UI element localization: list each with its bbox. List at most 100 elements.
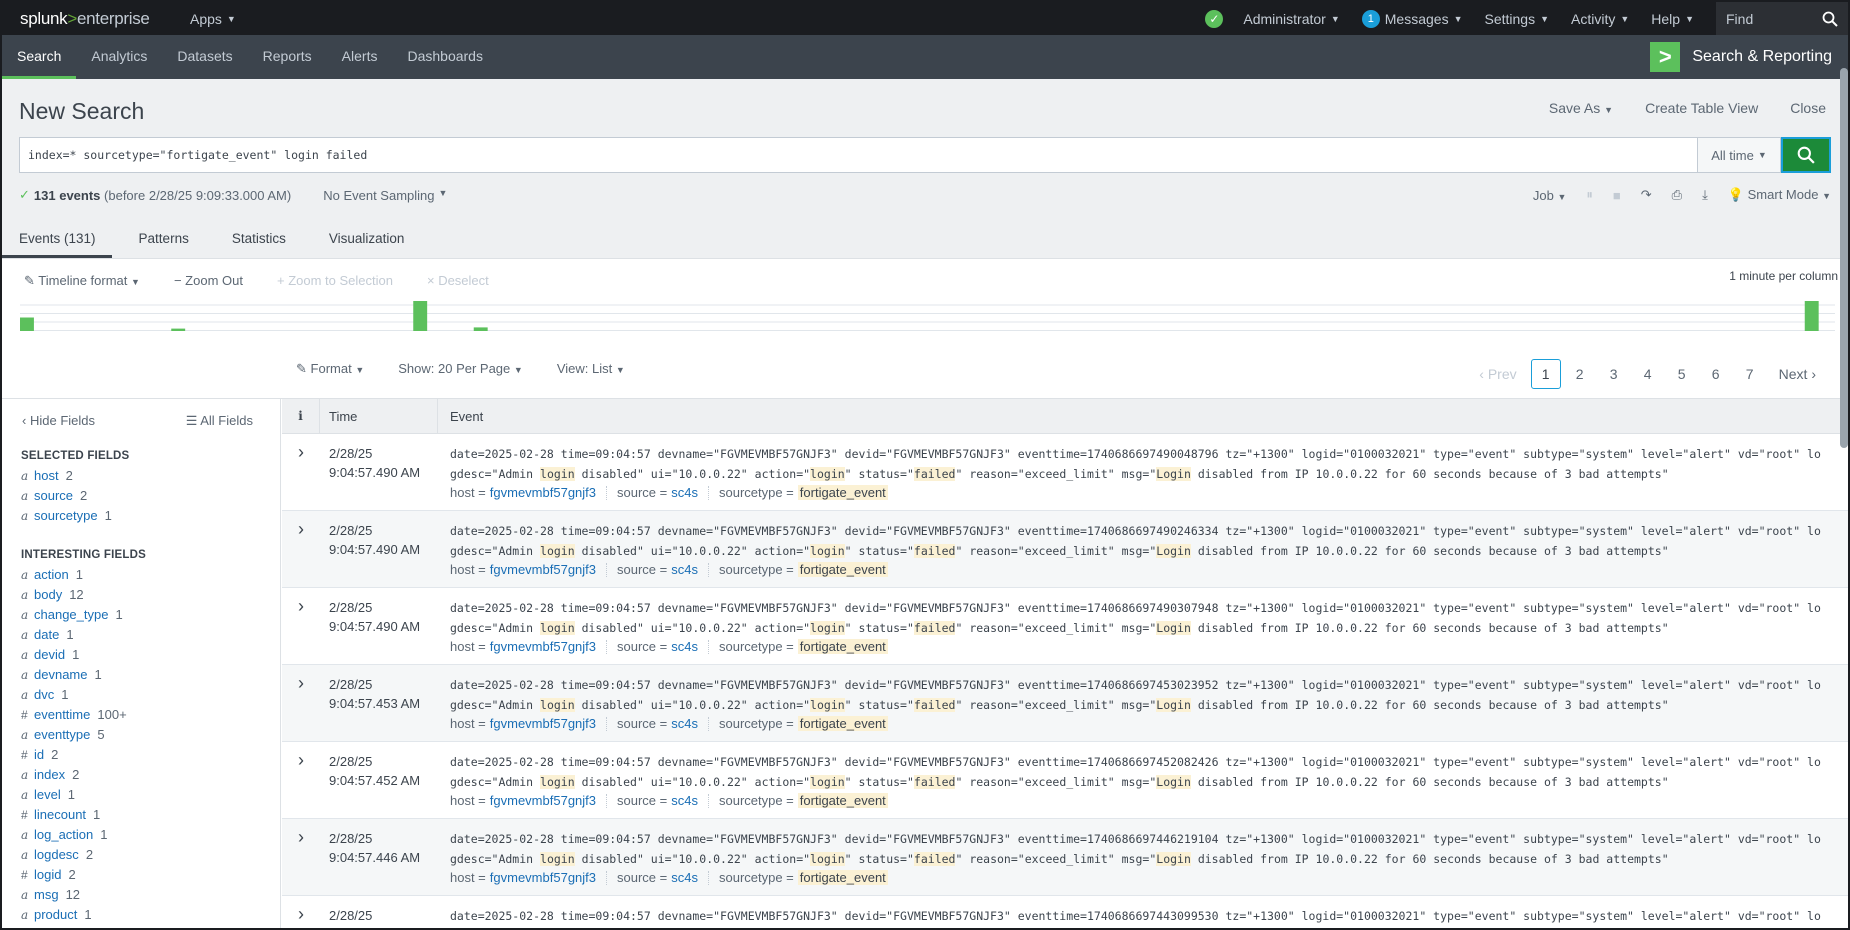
keyword-highlight[interactable]: login [540, 467, 575, 481]
app-tab-reports[interactable]: Reports [248, 35, 327, 79]
field-item-eventtime[interactable]: # eventtime 100+ [2, 707, 280, 727]
zoom-to-selection-button[interactable]: + Zoom to Selection [277, 273, 393, 289]
page-5[interactable]: 5 [1667, 359, 1697, 389]
keyword-highlight[interactable]: login [540, 775, 575, 789]
host-value[interactable]: fgvmevmbf57gnjf3 [490, 639, 596, 654]
page-scrollbar[interactable] [1840, 68, 1848, 448]
help-menu[interactable]: Help ▼ [1651, 11, 1694, 27]
app-title[interactable]: > Search & Reporting [1650, 35, 1832, 79]
keyword-highlight[interactable]: login [540, 621, 575, 635]
expand-chevron-icon[interactable]: › [282, 665, 320, 741]
time-range-picker[interactable]: All time ▼ [1697, 137, 1781, 173]
source-value[interactable]: sc4s [671, 562, 698, 577]
expand-chevron-icon[interactable]: › [282, 434, 320, 510]
page-1[interactable]: 1 [1530, 359, 1561, 389]
keyword-highlight[interactable]: login [540, 852, 575, 866]
app-tab-analytics[interactable]: Analytics [76, 35, 162, 79]
field-item-product[interactable]: a product 1 [2, 907, 280, 927]
field-item-linecount[interactable]: # linecount 1 [2, 807, 280, 827]
timeline-format-menu[interactable]: ✎ Timeline format ▼ [24, 273, 140, 289]
find-input[interactable]: Find [1716, 2, 1848, 35]
search-query-input[interactable] [19, 137, 1697, 173]
event-time[interactable]: 2/28/25 9:04:57.446 AM [320, 819, 438, 895]
deselect-button[interactable]: × Deselect [427, 273, 489, 289]
field-item-level[interactable]: a level 1 [2, 787, 280, 807]
view-menu[interactable]: View: List ▼ [557, 361, 625, 377]
app-tab-search[interactable]: Search [2, 35, 77, 79]
share-icon[interactable]: ↷ [1641, 187, 1652, 203]
page-7[interactable]: 7 [1735, 359, 1765, 389]
timeline-bar[interactable] [413, 301, 428, 331]
field-item-date[interactable]: a date 1 [2, 627, 280, 647]
hide-fields-button[interactable]: ‹ Hide Fields [22, 413, 95, 429]
pause-icon[interactable]: ⏸ [1586, 187, 1593, 203]
keyword-highlight[interactable]: login [810, 544, 845, 558]
source-value[interactable]: sc4s [671, 793, 698, 808]
expand-chevron-icon[interactable]: › [282, 588, 320, 664]
field-item-msg[interactable]: a msg 12 [2, 887, 280, 907]
search-mode-menu[interactable]: 💡 Smart Mode ▼ [1728, 187, 1831, 203]
event-time[interactable]: 2/28/25 9:04:57.452 AM [320, 742, 438, 818]
expand-chevron-icon[interactable]: › [282, 511, 320, 587]
keyword-highlight[interactable]: failed [913, 621, 956, 635]
keyword-highlight[interactable]: failed [913, 775, 956, 789]
all-fields-button[interactable]: ☰ All Fields [186, 413, 253, 429]
timeline-chart[interactable] [20, 297, 1835, 331]
per-page-menu[interactable]: Show: 20 Per Page ▼ [398, 361, 523, 377]
timeline-bar[interactable] [1804, 301, 1819, 331]
settings-menu[interactable]: Settings ▼ [1485, 11, 1550, 27]
keyword-highlight[interactable]: login [540, 698, 575, 712]
timeline-bar[interactable] [473, 327, 488, 331]
event-time[interactable]: 2/28/25 9:04:57.490 AM [320, 588, 438, 664]
time-column-header[interactable]: Time [320, 399, 438, 434]
keyword-highlight[interactable]: Login [1156, 698, 1191, 712]
sourcetype-value[interactable]: fortigate_event [797, 793, 888, 808]
sourcetype-value[interactable]: fortigate_event [797, 485, 888, 500]
user-menu[interactable]: Administrator ▼ [1243, 11, 1339, 27]
event-time[interactable]: 2/28/25 9:04:57.443 AM [320, 896, 438, 928]
sourcetype-value[interactable]: fortigate_event [797, 716, 888, 731]
stop-icon[interactable]: ■ [1613, 188, 1621, 203]
field-item-sourcetype[interactable]: a sourcetype 1 [2, 508, 280, 528]
prev-page-button[interactable]: ‹ Prev [1469, 359, 1526, 389]
source-value[interactable]: sc4s [671, 485, 698, 500]
keyword-highlight[interactable]: Login [1156, 621, 1191, 635]
app-tab-alerts[interactable]: Alerts [327, 35, 393, 79]
source-value[interactable]: sc4s [671, 716, 698, 731]
source-value[interactable]: sc4s [671, 870, 698, 885]
field-item-index[interactable]: a index 2 [2, 767, 280, 787]
keyword-highlight[interactable]: Login [1156, 467, 1191, 481]
tab-statistics[interactable]: Statistics [215, 221, 302, 258]
app-tab-datasets[interactable]: Datasets [162, 35, 247, 79]
event-time[interactable]: 2/28/25 9:04:57.453 AM [320, 665, 438, 741]
host-value[interactable]: fgvmevmbf57gnjf3 [490, 870, 596, 885]
field-item-logdesc[interactable]: a logdesc 2 [2, 847, 280, 867]
activity-menu[interactable]: Activity ▼ [1571, 11, 1629, 27]
field-item-source[interactable]: a source 2 [2, 488, 280, 508]
page-4[interactable]: 4 [1633, 359, 1663, 389]
next-page-button[interactable]: Next › [1769, 359, 1826, 389]
export-icon[interactable]: ⤓ [1702, 187, 1708, 203]
page-6[interactable]: 6 [1701, 359, 1731, 389]
field-item-host[interactable]: a host 2 [2, 468, 280, 488]
source-value[interactable]: sc4s [671, 639, 698, 654]
sourcetype-value[interactable]: fortigate_event [797, 639, 888, 654]
print-icon[interactable]: ⎙ [1672, 187, 1682, 203]
field-item-logid[interactable]: # logid 2 [2, 867, 280, 887]
info-column-header[interactable]: i [282, 399, 320, 434]
field-item-devid[interactable]: a devid 1 [2, 647, 280, 667]
sourcetype-value[interactable]: fortigate_event [797, 870, 888, 885]
host-value[interactable]: fgvmevmbf57gnjf3 [490, 485, 596, 500]
field-item-change-type[interactable]: a change_type 1 [2, 607, 280, 627]
field-item-devname[interactable]: a devname 1 [2, 667, 280, 687]
keyword-highlight[interactable]: failed [913, 544, 956, 558]
field-item-id[interactable]: # id 2 [2, 747, 280, 767]
keyword-highlight[interactable]: login [810, 467, 845, 481]
health-ok-icon[interactable]: ✓ [1205, 9, 1224, 28]
apps-menu[interactable]: Apps ▼ [190, 11, 236, 27]
keyword-highlight[interactable]: login [810, 852, 845, 866]
tab-patterns[interactable]: Patterns [122, 221, 205, 258]
keyword-highlight[interactable]: login [810, 698, 845, 712]
page-2[interactable]: 2 [1565, 359, 1595, 389]
timeline-bar[interactable] [171, 328, 186, 331]
